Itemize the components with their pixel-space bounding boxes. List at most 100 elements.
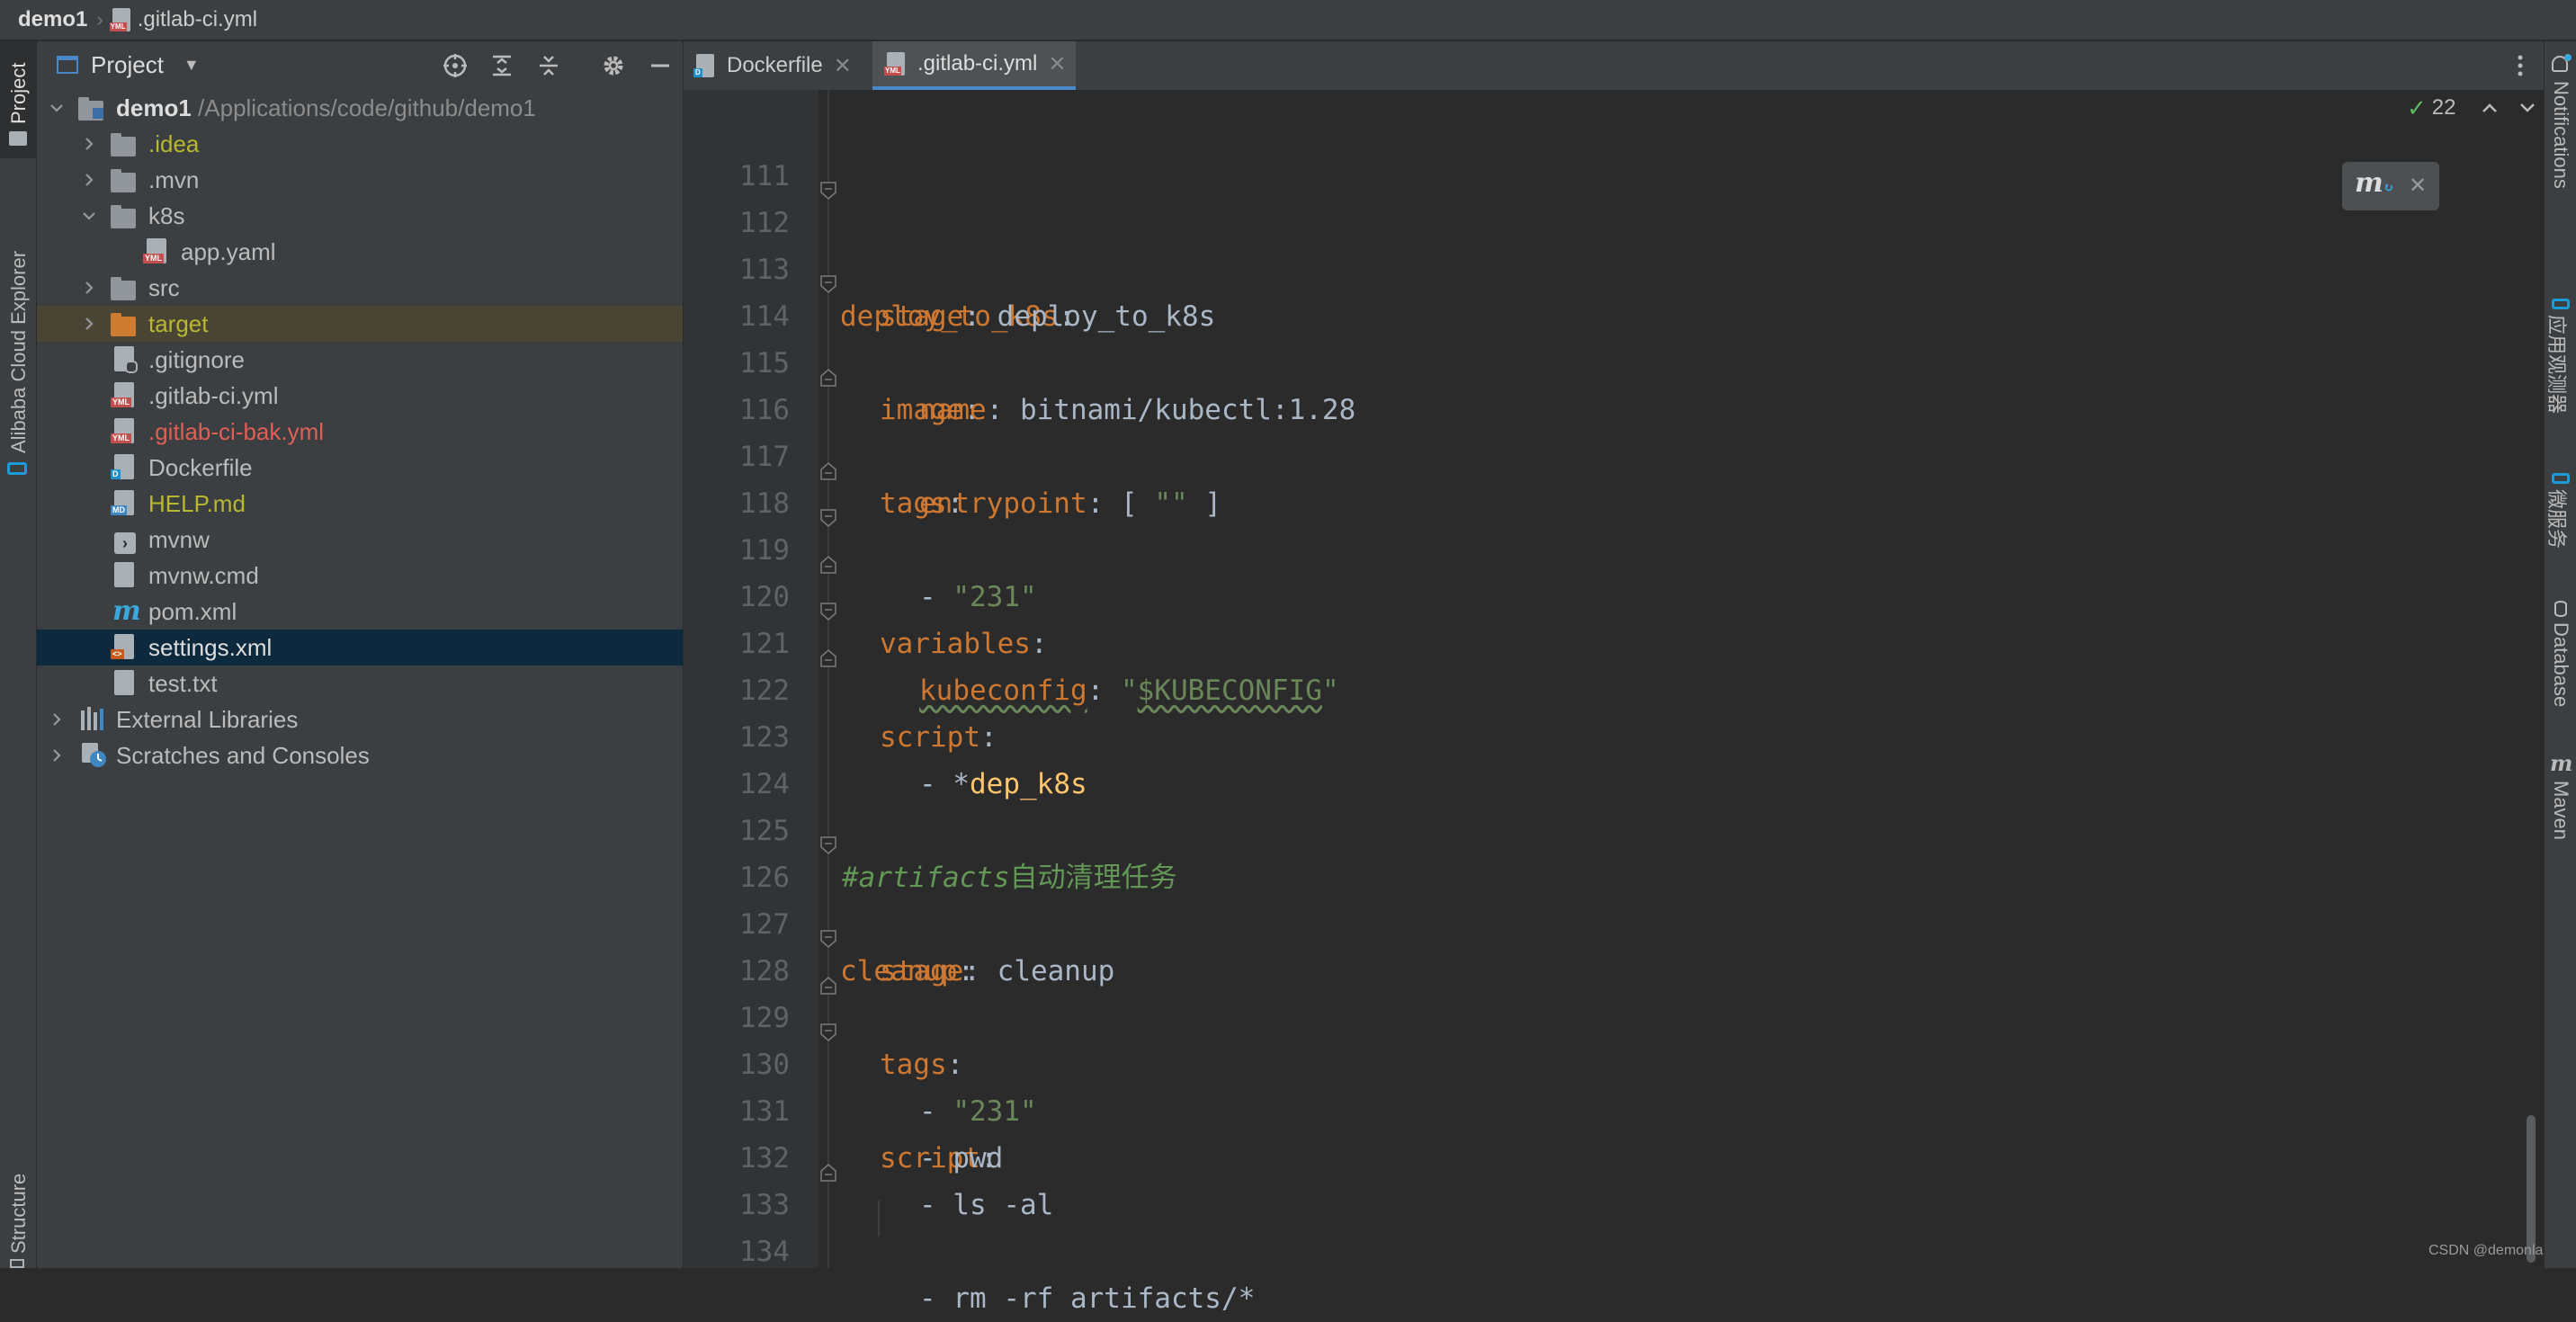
chevron-down-icon[interactable] — [49, 101, 64, 115]
editor-scrollbar[interactable] — [2527, 1115, 2536, 1263]
fold-close-icon[interactable] — [820, 962, 836, 995]
fold-open-icon[interactable] — [820, 167, 836, 200]
tree-item-label: .mvn — [148, 165, 200, 193]
tree-item-external-libraries[interactable]: External Libraries — [37, 701, 683, 737]
chevron-right-icon[interactable] — [82, 137, 96, 151]
docker-file-icon: D — [693, 54, 714, 77]
fold-close-icon[interactable] — [820, 354, 836, 387]
chevron-right-icon[interactable] — [49, 748, 64, 763]
fold-open-icon[interactable] — [820, 1009, 836, 1041]
microservice-tool-button[interactable]: 微服务 — [2545, 437, 2576, 572]
yml-file-icon: YML — [884, 52, 905, 76]
code-line-112: 112 deploy_to_k8s: — [684, 153, 2544, 333]
tree-item-gitignore[interactable]: .gitignore — [37, 342, 683, 378]
fold-open-icon[interactable] — [820, 588, 836, 621]
tree-item-settings-xml[interactable]: <> settings.xml — [37, 630, 683, 665]
notification-dot — [2564, 54, 2572, 61]
left-tool-stripe: Project Alibaba Cloud Explorer Structure — [0, 41, 37, 1268]
close-icon[interactable]: ✕ — [1048, 51, 1066, 77]
folder-icon — [111, 131, 138, 158]
library-icon — [80, 707, 107, 734]
tree-item-mvn[interactable]: .mvn — [37, 162, 683, 198]
fold-close-icon[interactable] — [820, 1149, 836, 1182]
tree-item-scratches[interactable]: Scratches and Consoles — [37, 737, 683, 773]
chevron-right-icon[interactable] — [82, 317, 96, 331]
fold-close-icon[interactable] — [820, 541, 836, 574]
chevron-right-icon[interactable] — [49, 712, 64, 727]
structure-tool-button[interactable]: Structure — [0, 1121, 36, 1268]
indent-guide — [878, 1201, 880, 1237]
yml-file-icon: YML — [111, 418, 141, 445]
tree-item-target[interactable]: target — [37, 306, 683, 342]
gear-icon[interactable] — [600, 52, 627, 79]
excluded-folder-icon — [111, 311, 138, 338]
tree-item-label: Scratches and Consoles — [116, 741, 370, 769]
expand-all-icon[interactable] — [488, 52, 515, 79]
code-line-125: 125 #artifacts自动清理任务 — [684, 761, 2544, 894]
chevron-right-icon[interactable] — [82, 173, 96, 187]
code-line-117: 117 tags: — [684, 387, 2544, 520]
more-options-icon[interactable] — [2517, 52, 2524, 79]
breadcrumb-project[interactable]: demo1 — [18, 7, 87, 32]
tree-item-app-yaml[interactable]: YML app.yaml — [37, 234, 683, 270]
ignore-file-icon — [114, 346, 141, 373]
tree-item-k8s[interactable]: k8s — [37, 198, 683, 234]
database-tool-button[interactable]: Database — [2545, 581, 2576, 725]
fold-open-icon[interactable] — [820, 822, 836, 854]
project-panel-header: Project ▼ — [37, 41, 683, 88]
tree-item-src[interactable]: src — [37, 270, 683, 306]
fold-open-icon[interactable] — [820, 495, 836, 527]
observer-label: 应用观测器 — [2545, 315, 2568, 415]
tree-item-idea[interactable]: .idea — [37, 126, 683, 162]
text-file-icon — [114, 670, 141, 697]
collapse-all-icon[interactable] — [535, 52, 562, 79]
tree-item-dockerfile[interactable]: D Dockerfile — [37, 450, 683, 486]
maven-tool-button[interactable]: m Maven — [2545, 743, 2576, 869]
tree-item-mvnw-cmd[interactable]: mvnw.cmd — [37, 558, 683, 594]
database-label: Database — [2550, 622, 2572, 708]
chevron-down-icon[interactable]: ▼ — [183, 56, 200, 75]
code-line-121: 121 script: — [684, 574, 2544, 754]
tree-item-gitlab-ci-bak-yml[interactable]: YML .gitlab-ci-bak.yml — [37, 414, 683, 450]
notifications-tool-button[interactable]: Notifications — [2545, 50, 2576, 257]
folder-icon — [111, 167, 138, 194]
tree-item-pom-xml[interactable]: m pom.xml — [37, 594, 683, 630]
minimize-icon[interactable] — [647, 52, 674, 79]
tab-gitlab-ci-yml[interactable]: YML .gitlab-ci.yml ✕ — [872, 41, 1076, 90]
folder-icon — [9, 131, 27, 146]
fold-open-icon[interactable] — [820, 261, 836, 293]
select-opened-file-icon[interactable] — [442, 52, 469, 79]
tab-dockerfile[interactable]: D Dockerfile ✕ — [693, 41, 863, 90]
breadcrumb-file[interactable]: .gitlab-ci.yml — [138, 7, 257, 32]
alibaba-cloud-explorer-button[interactable]: Alibaba Cloud Explorer — [0, 221, 36, 491]
tree-item-test-txt[interactable]: test.txt — [37, 665, 683, 701]
right-tool-stripe: Notifications 应用观测器 微服务 Database m Maven — [2544, 41, 2576, 1268]
code-line-114: 114 image: — [684, 246, 2544, 426]
module-folder-icon — [78, 95, 105, 122]
project-tool-button[interactable]: Project — [0, 41, 36, 158]
tree-item-gitlab-ci-yml[interactable]: YML .gitlab-ci.yml — [37, 378, 683, 414]
tree-root-demo1[interactable]: demo1 /Applications/code/github/demo1 — [37, 90, 683, 126]
alibaba-cloud-explorer-label: Alibaba Cloud Explorer — [7, 250, 30, 453]
microservice-label: 微服务 — [2545, 489, 2568, 549]
fold-close-icon[interactable] — [820, 448, 836, 480]
observer-tool-button[interactable]: 应用观测器 — [2545, 257, 2576, 437]
folder-icon — [111, 203, 138, 230]
tree-item-label: mvnw.cmd — [148, 561, 259, 589]
project-view-selector[interactable]: Project — [91, 51, 164, 79]
tree-item-mvnw[interactable]: › mvnw — [37, 522, 683, 558]
tree-item-help-md[interactable]: MD HELP.md — [37, 486, 683, 522]
chevron-right-icon[interactable] — [82, 281, 96, 295]
maven-file-icon: m — [112, 595, 141, 627]
breadcrumb-separator-icon: › — [96, 8, 103, 31]
alibaba-cloud-icon — [2552, 473, 2570, 484]
chevron-down-icon[interactable] — [82, 209, 96, 223]
fold-open-icon[interactable] — [820, 916, 836, 948]
yml-file-icon: YML — [143, 238, 174, 265]
fold-close-icon[interactable] — [820, 635, 836, 667]
shell-script-icon: › — [114, 527, 141, 554]
close-icon[interactable]: ✕ — [834, 53, 852, 79]
code-line-123: 123 — [684, 667, 2544, 754]
tree-item-label: test.txt — [148, 669, 218, 697]
folder-icon — [111, 275, 138, 302]
